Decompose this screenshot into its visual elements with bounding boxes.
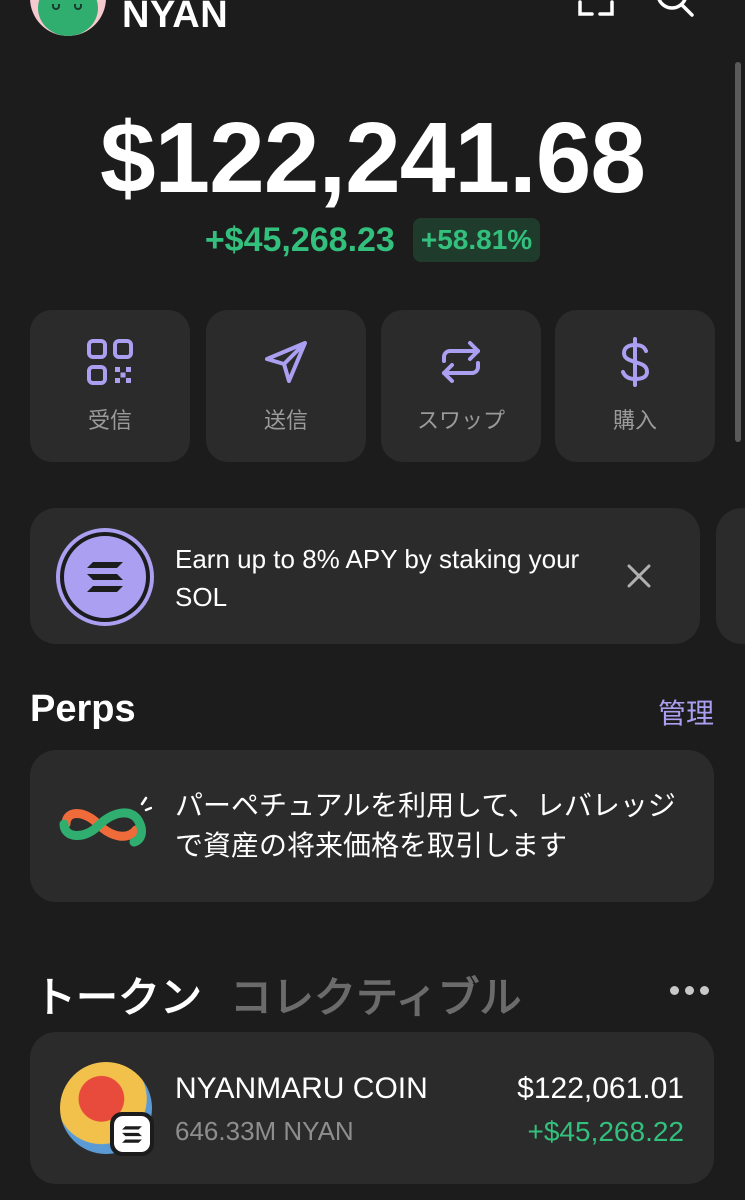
- total-balance: $122,241.68: [99, 102, 646, 214]
- token-row[interactable]: NYANMARU COIN 646.33M NYAN $122,061.01 +…: [30, 1032, 714, 1184]
- buy-button[interactable]: 購入: [555, 310, 715, 462]
- perps-manage-link[interactable]: 管理: [658, 692, 714, 732]
- qr-code-icon: [87, 339, 133, 385]
- perps-description: パーペチュアルを利用して、レバレッジで資産の将来価格を取引します: [175, 790, 676, 861]
- swap-label: スワップ: [416, 408, 505, 433]
- send-label: 送信: [263, 408, 308, 433]
- token-value: $122,061.01: [517, 1072, 684, 1105]
- buy-label: 購入: [612, 408, 657, 433]
- close-icon[interactable]: [626, 563, 652, 589]
- balance-change-percent: +58.81%: [412, 218, 541, 262]
- staking-promo-card[interactable]: Earn up to 8% APY by staking your SOL: [30, 508, 700, 644]
- dollar-icon: [621, 337, 650, 387]
- solana-icon: [60, 532, 150, 622]
- balance-change-amount: +$45,268.23: [204, 220, 395, 259]
- avatar[interactable]: [30, 0, 106, 36]
- wallet-name[interactable]: NYAN: [122, 0, 228, 37]
- receive-label: 受信: [87, 408, 132, 433]
- send-button[interactable]: 送信: [206, 310, 366, 462]
- scan-icon[interactable]: [578, 0, 614, 16]
- next-promo-card[interactable]: [716, 508, 745, 644]
- perps-card[interactable]: パーペチュアルを利用して、レバレッジで資産の将来価格を取引します: [30, 750, 714, 902]
- more-options-icon[interactable]: [670, 978, 712, 1002]
- promo-text: Earn up to 8% APY by staking your SOL: [175, 544, 580, 612]
- token-change: +$45,268.22: [527, 1116, 685, 1147]
- tab-collectibles[interactable]: コレクティブル: [230, 964, 521, 1025]
- token-name: NYANMARU COIN: [175, 1072, 428, 1105]
- tab-tokens[interactable]: トークン: [34, 964, 202, 1025]
- perps-infinity-icon: [59, 796, 152, 847]
- balance-change-row: +$45,268.23 +58.81%: [0, 218, 745, 262]
- cat-avatar-icon: [38, 0, 98, 36]
- token-quantity: 646.33M NYAN: [175, 1116, 354, 1146]
- solana-chain-badge: [110, 1112, 154, 1156]
- swap-button[interactable]: スワップ: [381, 310, 541, 462]
- send-icon: [265, 341, 307, 383]
- swap-icon: [442, 341, 480, 383]
- search-icon[interactable]: [655, 0, 695, 20]
- perps-title: Perps: [30, 688, 136, 730]
- receive-button[interactable]: 受信: [30, 310, 190, 462]
